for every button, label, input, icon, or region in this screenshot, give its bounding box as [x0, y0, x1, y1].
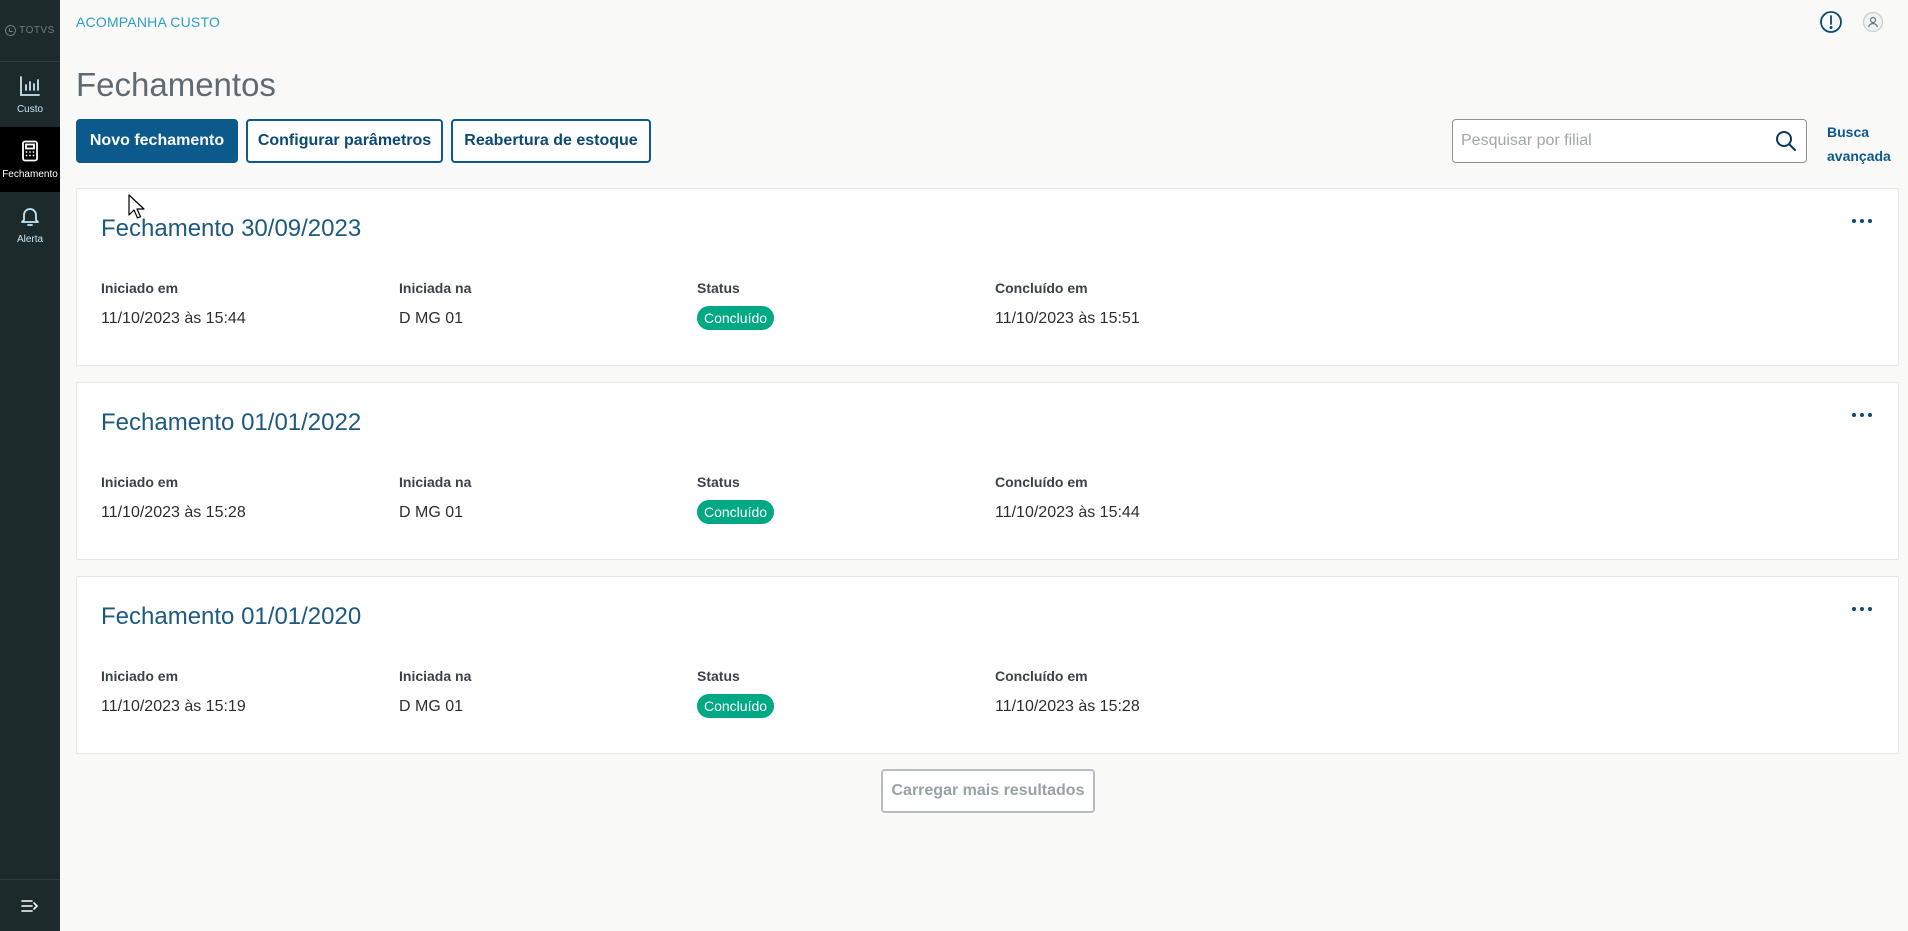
closing-card: Fechamento 30/09/2023 Iniciado em 11/10/… [76, 188, 1899, 366]
field-value: 11/10/2023 às 15:44 [995, 504, 1140, 521]
field-value: 11/10/2023 às 15:51 [995, 310, 1140, 327]
search-input[interactable] [1453, 120, 1766, 162]
field-label: Status [697, 668, 740, 684]
more-options-icon[interactable] [1852, 214, 1872, 228]
sidebar-item-label: Fechamento [2, 169, 58, 180]
calculator-icon [22, 140, 38, 162]
sidebar-item-label: Alerta [16, 234, 44, 245]
field-label: Status [697, 474, 740, 490]
load-more-button[interactable]: Carregar mais resultados [881, 769, 1095, 813]
closing-title: Fechamento 01/01/2022 [101, 409, 362, 436]
info-icon [1820, 11, 1842, 33]
field-started: Iniciado em 11/10/2023 às 15:28 [101, 474, 246, 522]
field-started: Iniciado em 11/10/2023 às 15:44 [101, 280, 246, 328]
closing-card: Fechamento 01/01/2022 Iniciado em 11/10/… [76, 382, 1899, 560]
field-finished: Concluído em 11/10/2023 às 15:28 [995, 668, 1140, 716]
field-value: 11/10/2023 às 15:28 [101, 504, 246, 521]
advanced-search-line1: Busca [1827, 124, 1870, 140]
more-options-icon[interactable] [1852, 408, 1872, 422]
field-label: Iniciada na [399, 474, 472, 490]
status-badge: Concluído [697, 306, 775, 330]
page-title: Fechamentos [76, 66, 276, 103]
field-label: Concluído em [995, 474, 1088, 490]
sidebar-item-label: Custo [16, 104, 44, 115]
bell-icon [21, 208, 39, 226]
field-label: Iniciado em [101, 668, 179, 684]
field-label: Iniciada na [399, 668, 472, 684]
bar-chart-icon [20, 76, 40, 96]
field-label: Concluído em [995, 668, 1088, 684]
user-button[interactable] [1862, 10, 1884, 39]
stock-reopen-button[interactable]: Reabertura de estoque [451, 119, 651, 163]
closing-card: Fechamento 01/01/2020 Iniciado em 11/10/… [76, 576, 1899, 754]
sidebar-item-alerta[interactable]: Alerta [0, 192, 60, 257]
advanced-search-link[interactable]: Busca avançada [1827, 120, 1897, 168]
brand-text: TOTVS [19, 25, 55, 36]
field-label: Iniciado em [101, 474, 179, 490]
more-options-icon[interactable] [1852, 602, 1872, 616]
field-label: Concluído em [995, 280, 1088, 296]
status-badge: Concluído [697, 500, 775, 524]
sidebar-item-custo[interactable]: Custo [0, 62, 60, 127]
field-started: Iniciado em 11/10/2023 às 15:19 [101, 668, 246, 716]
totvs-logo-icon [5, 25, 17, 36]
field-finished: Concluído em 11/10/2023 às 15:51 [995, 280, 1140, 328]
field-value: 11/10/2023 às 15:44 [101, 310, 246, 327]
search-button[interactable] [1766, 130, 1806, 152]
closing-title: Fechamento 01/01/2020 [101, 603, 362, 630]
field-label: Status [697, 280, 740, 296]
collapse-menu-button[interactable] [0, 879, 60, 931]
new-closing-button[interactable]: Novo fechamento [76, 119, 238, 163]
app-title: ACOMPANHA CUSTO [76, 14, 221, 30]
field-status: Status Concluído [697, 280, 775, 330]
field-value: 11/10/2023 às 15:28 [995, 698, 1140, 715]
field-status: Status Concluído [697, 474, 775, 524]
field-value: D MG 01 [399, 310, 464, 327]
brand-logo: TOTVS [0, 0, 60, 62]
field-label: Iniciada na [399, 280, 472, 296]
field-branch: Iniciada na D MG 01 [399, 668, 471, 716]
user-icon [1862, 11, 1884, 33]
search-icon [1776, 131, 1796, 151]
field-branch: Iniciada na D MG 01 [399, 474, 471, 522]
field-value: D MG 01 [399, 698, 464, 715]
sidebar-item-fechamento[interactable]: Fechamento [0, 127, 60, 192]
search-box [1452, 119, 1807, 163]
advanced-search-line2: avançada [1827, 148, 1891, 164]
info-button[interactable] [1819, 10, 1843, 39]
collapse-menu-icon [21, 899, 39, 912]
field-label: Iniciado em [101, 280, 179, 296]
status-badge: Concluído [697, 694, 775, 718]
field-finished: Concluído em 11/10/2023 às 15:44 [995, 474, 1140, 522]
field-branch: Iniciada na D MG 01 [399, 280, 471, 328]
mouse-cursor-icon [128, 194, 145, 219]
field-status: Status Concluído [697, 668, 775, 718]
configure-parameters-button[interactable]: Configurar parâmetros [246, 119, 443, 163]
sidebar: TOTVS Custo Fechamento Alerta [0, 0, 60, 931]
field-value: 11/10/2023 às 15:19 [101, 698, 246, 715]
field-value: D MG 01 [399, 504, 464, 521]
